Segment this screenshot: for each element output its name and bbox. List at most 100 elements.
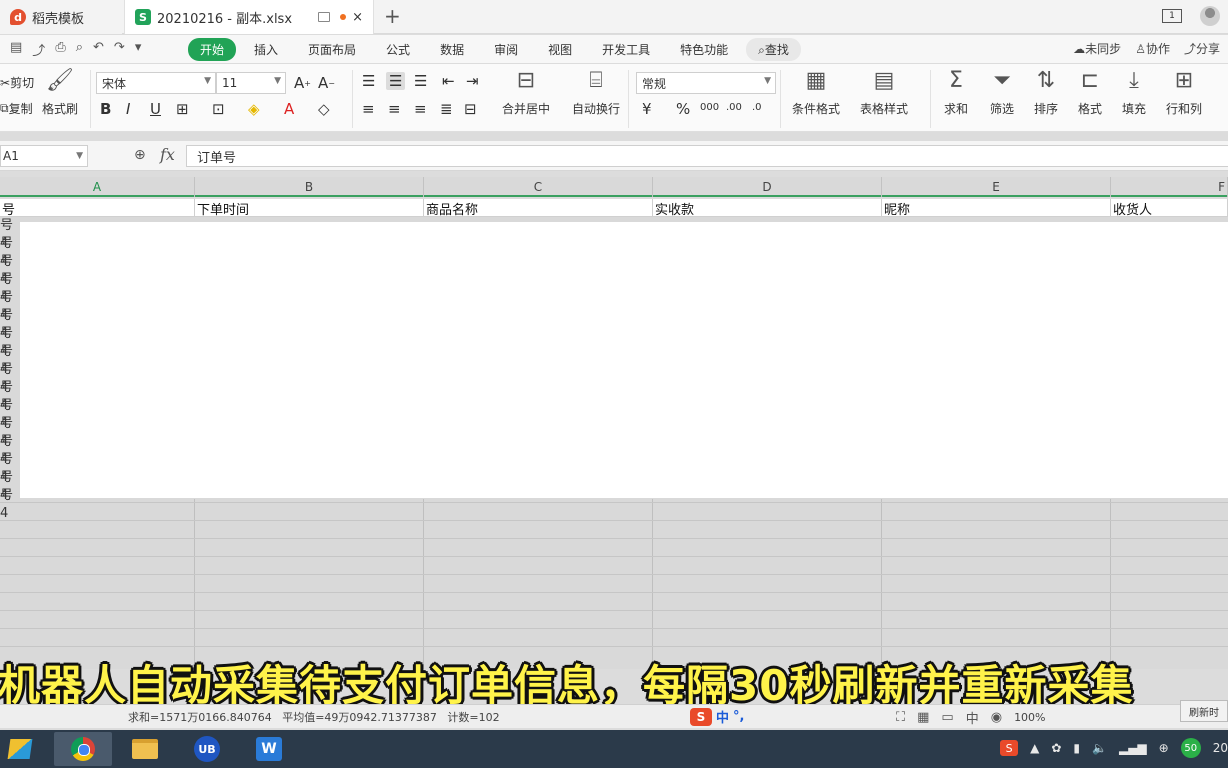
tab-developer[interactable]: 开发工具	[590, 38, 662, 61]
tray-counter-icon[interactable]: 50	[1180, 738, 1201, 758]
fx-icon[interactable]: fx	[160, 145, 175, 164]
align-bottom-button[interactable]: ☰	[414, 72, 427, 90]
page-break-icon[interactable]: 中	[966, 708, 979, 727]
new-tab-button[interactable]: +	[384, 4, 401, 28]
page-layout-icon[interactable]: ▭	[941, 710, 953, 725]
name-box[interactable]: A1 ▼	[0, 145, 88, 167]
fill-color-button[interactable]: ◈	[248, 100, 260, 118]
app-tray-icon[interactable]: ✿	[1051, 741, 1061, 755]
refresh-button[interactable]: 刷新时	[1180, 700, 1228, 722]
undo-icon[interactable]: ↶	[93, 40, 104, 59]
percent-button[interactable]: %	[676, 100, 690, 118]
increase-decimal-button[interactable]: .00	[726, 102, 742, 113]
increase-font-button[interactable]: A +	[294, 74, 311, 92]
column-header-e[interactable]: E	[882, 177, 1111, 197]
search-button[interactable]: ⌕查找	[746, 37, 801, 61]
collaborate-button[interactable]: ♙协作	[1135, 40, 1170, 57]
italic-button[interactable]: I	[126, 100, 130, 118]
cell-e1[interactable]: 昵称	[882, 199, 1111, 218]
network-icon[interactable]: ▂▄▆	[1119, 741, 1147, 755]
align-top-button[interactable]: ☰	[362, 72, 375, 90]
tab-view[interactable]: 视图	[536, 38, 584, 61]
tab-home[interactable]: 开始	[188, 37, 237, 61]
tab-data[interactable]: 数据	[428, 38, 476, 61]
distribute-button[interactable]: ⊟	[464, 100, 477, 118]
table-style-button[interactable]: ▤ 表格样式	[860, 70, 908, 117]
column-header-d[interactable]: D	[653, 177, 882, 197]
start-button[interactable]	[4, 734, 36, 764]
security-icon[interactable]: ⊕	[1159, 741, 1169, 755]
column-header-c[interactable]: C	[424, 177, 653, 197]
decrease-font-button[interactable]: A −	[318, 74, 335, 92]
cell-a1[interactable]: 号	[0, 199, 195, 218]
sort-button[interactable]: ⇅ 排序	[1034, 70, 1058, 117]
fill-button[interactable]: ⤓ 填充	[1122, 70, 1146, 117]
sogou-tray-icon[interactable]: S	[1000, 740, 1019, 756]
merge-border-button[interactable]: ⊡	[212, 100, 225, 118]
column-header-f[interactable]: F	[1111, 177, 1228, 197]
clear-button[interactable]: ◇	[318, 100, 330, 118]
share-button[interactable]: ⤴分享	[1184, 40, 1220, 57]
indent-button[interactable]: ⇥	[466, 72, 479, 90]
merge-center-button[interactable]: ⊟ 合并居中	[502, 70, 550, 117]
outdent-button[interactable]: ⇤	[442, 72, 455, 90]
currency-button[interactable]: ¥	[642, 100, 652, 118]
column-header-a[interactable]: A	[0, 177, 195, 197]
tab-review[interactable]: 审阅	[482, 38, 530, 61]
format-painter-button[interactable]: 🖌 格式刷	[42, 70, 78, 117]
align-middle-button[interactable]: ☰	[386, 72, 406, 90]
more-icon[interactable]: ▾	[135, 40, 142, 59]
print-icon[interactable]: ⎙	[55, 40, 65, 59]
cut-button[interactable]: ✂ 剪切	[0, 74, 34, 91]
cell-f1[interactable]: 收货人	[1111, 199, 1228, 218]
fullscreen-icon[interactable]: ⛶	[896, 710, 905, 725]
sum-button[interactable]: Σ 求和	[944, 70, 968, 117]
cell-d1[interactable]: 实收款	[653, 199, 882, 218]
column-header-b[interactable]: B	[195, 177, 424, 197]
tab-daoke-templates[interactable]: d 稻壳模板	[0, 0, 122, 34]
ime-indicator[interactable]: S 中 °,	[690, 707, 744, 726]
window-count-icon[interactable]: 1	[1162, 9, 1182, 23]
export-icon[interactable]: ⤴	[32, 40, 45, 59]
border-button[interactable]: ⊞	[176, 100, 189, 118]
wrap-text-button[interactable]: ⌸ 自动换行	[572, 70, 620, 117]
close-tab-icon[interactable]: ×	[352, 10, 363, 25]
sync-button[interactable]: ☁未同步	[1073, 40, 1121, 57]
taskbar-wps[interactable]: W	[240, 732, 298, 766]
avatar[interactable]	[1200, 6, 1220, 26]
font-name-select[interactable]: 宋体 ▼	[96, 72, 216, 94]
volume-icon[interactable]: 🔈	[1092, 741, 1107, 755]
align-center-button[interactable]: ≡	[388, 100, 401, 118]
bold-button[interactable]: B	[100, 100, 111, 118]
copy-button[interactable]: ⧉ 复制	[0, 100, 33, 117]
tab-spreadsheet[interactable]: S 20210216 - 副本.xlsx ×	[124, 0, 374, 34]
eye-icon[interactable]: ◉	[991, 710, 1002, 725]
font-size-select[interactable]: 11 ▼	[216, 72, 286, 94]
align-left-button[interactable]: ≡	[362, 100, 375, 118]
restore-icon[interactable]	[318, 12, 331, 22]
taskbar-chrome[interactable]	[54, 732, 112, 766]
thousands-button[interactable]: 000	[700, 102, 719, 113]
decrease-decimal-button[interactable]: .0	[752, 102, 762, 113]
tab-formulas[interactable]: 公式	[374, 38, 422, 61]
font-color-button[interactable]: A	[284, 100, 294, 118]
expand-tray-icon[interactable]: ▲	[1030, 741, 1039, 755]
taskbar-ub[interactable]: UB	[178, 732, 236, 766]
spreadsheet-grid[interactable]: 号 下单时间 商品名称 实收款 昵称 收货人 号4 号4 号4 号4 号4 号4 号4 号4 号…	[0, 199, 1228, 669]
align-right-button[interactable]: ≡	[414, 100, 427, 118]
tab-page-layout[interactable]: 页面布局	[296, 38, 368, 61]
print-preview-icon[interactable]: ⌕	[76, 40, 83, 59]
battery-icon[interactable]: ▮	[1073, 741, 1080, 755]
justify-button[interactable]: ≣	[440, 100, 453, 118]
zoom-level[interactable]: 100%	[1014, 711, 1045, 724]
clock[interactable]: 20	[1213, 741, 1228, 755]
cell-c1[interactable]: 商品名称	[424, 199, 653, 218]
format-button[interactable]: ⊏ 格式	[1078, 70, 1102, 117]
save-icon[interactable]: ▤	[10, 40, 22, 59]
number-format-select[interactable]: 常规 ▼	[636, 72, 776, 94]
cell-b1[interactable]: 下单时间	[195, 199, 424, 218]
normal-view-icon[interactable]: ▦	[917, 710, 929, 725]
tab-special[interactable]: 特色功能	[668, 38, 740, 61]
filter-button[interactable]: ⏷ 筛选	[990, 70, 1014, 117]
taskbar-explorer[interactable]	[116, 732, 174, 766]
